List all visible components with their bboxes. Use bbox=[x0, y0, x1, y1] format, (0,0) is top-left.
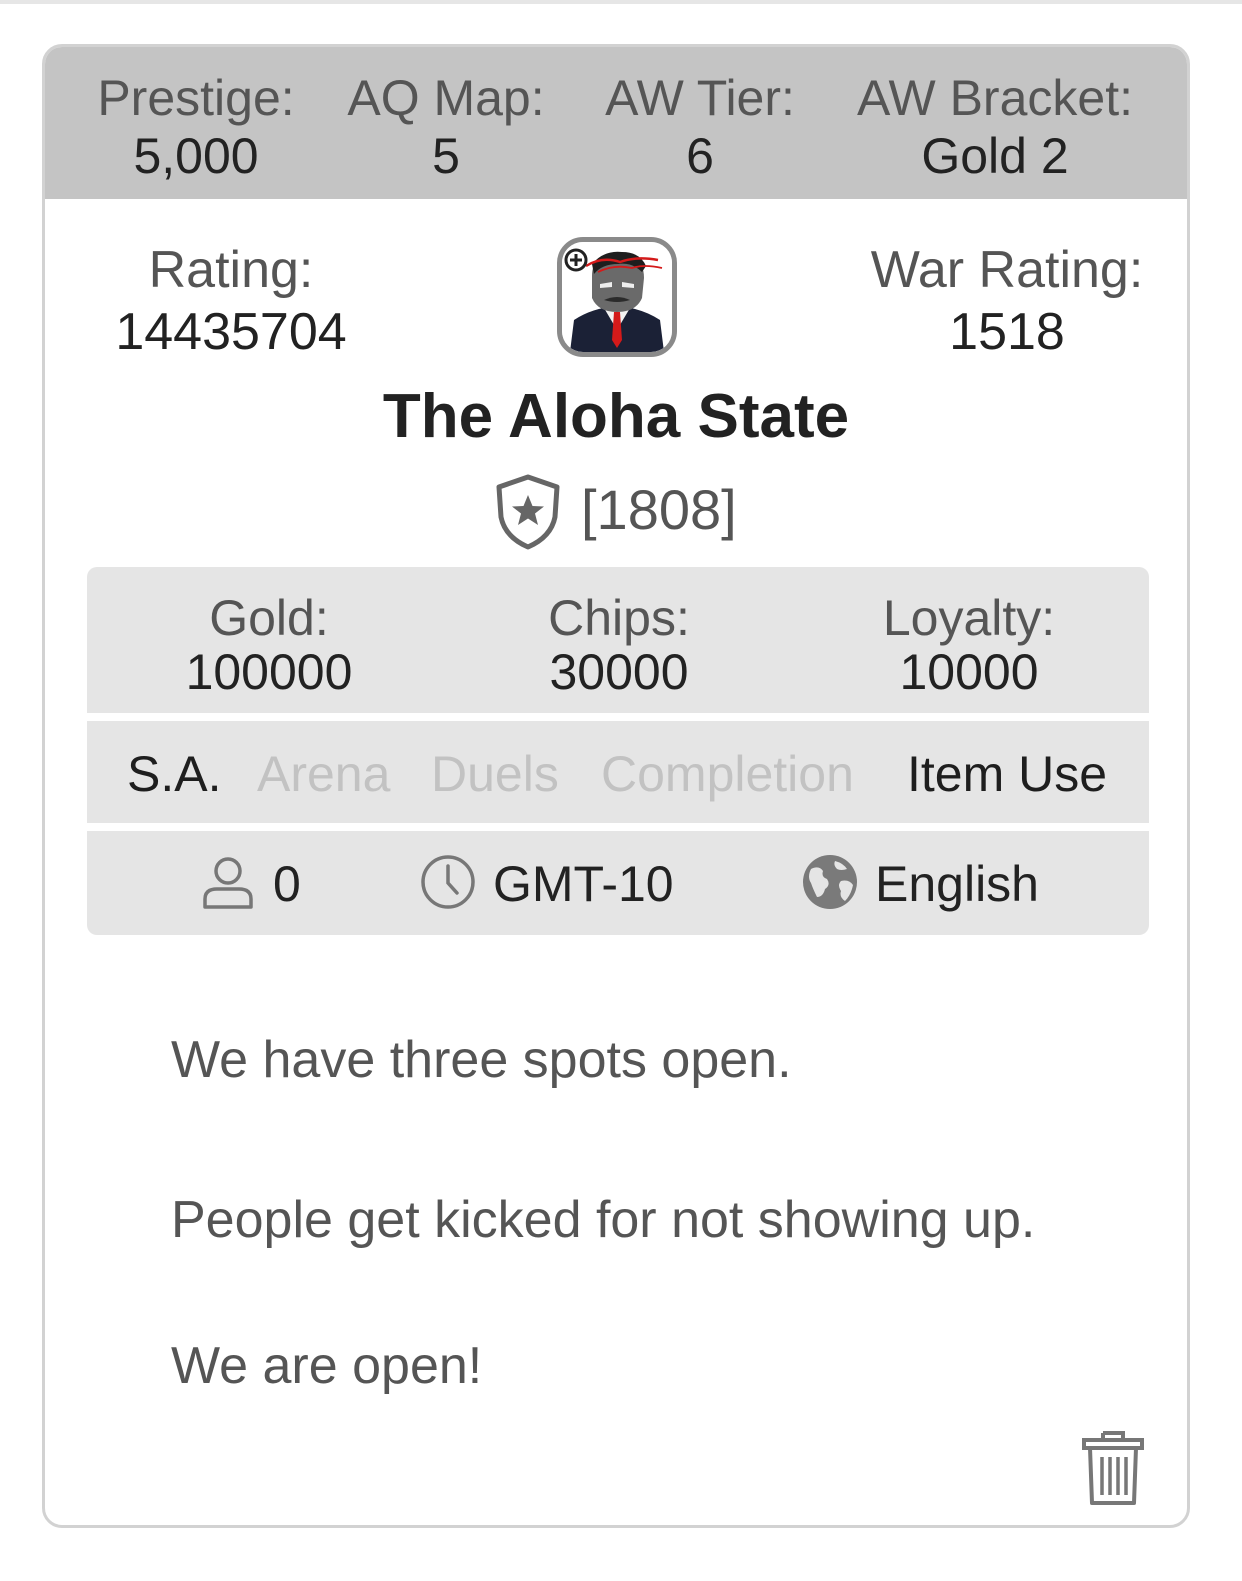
alliance-name: The Aloha State bbox=[382, 382, 850, 451]
war-rating-stat: War Rating: 1518 bbox=[867, 239, 1147, 363]
card-header: Prestige: 5,000 AQ Map: 5 AW Tier: 6 AW … bbox=[45, 47, 1187, 199]
alliance-avatar bbox=[557, 237, 677, 357]
aq-map-label: AQ Map: bbox=[347, 70, 545, 126]
meta-panel: 0 GMT-10 English bbox=[87, 831, 1149, 935]
member-count-value: 0 bbox=[273, 856, 301, 912]
language-value: English bbox=[875, 856, 1039, 912]
description-line-3: We are open! bbox=[171, 1337, 483, 1395]
rating-stat: Rating: 14435704 bbox=[101, 239, 361, 363]
alliance-tag-row: [1808] bbox=[45, 473, 1187, 553]
activity-completion: Completion bbox=[601, 746, 854, 802]
language: English bbox=[801, 853, 1101, 913]
timezone: GMT-10 bbox=[419, 853, 739, 913]
shield-star-icon bbox=[496, 474, 560, 550]
rating-label: Rating: bbox=[148, 241, 314, 299]
prestige-value: 5,000 bbox=[133, 128, 259, 184]
aw-tier-value: 6 bbox=[686, 128, 714, 184]
chips-value: 30000 bbox=[549, 644, 689, 700]
activities-panel: S.A. Arena Duels Completion Item Use bbox=[87, 721, 1149, 823]
description-line-2: People get kicked for not showing up. bbox=[171, 1191, 1036, 1249]
gold-value: 100000 bbox=[185, 644, 353, 700]
aw-bracket-value: Gold 2 bbox=[921, 128, 1069, 184]
aw-tier-stat: AW Tier: 6 bbox=[595, 69, 805, 185]
aq-map-stat: AQ Map: 5 bbox=[341, 69, 551, 185]
globe-icon bbox=[803, 855, 857, 909]
aw-bracket-label: AW Bracket: bbox=[857, 70, 1133, 126]
chips-label: Chips: bbox=[548, 590, 690, 646]
activity-sa: S.A. bbox=[127, 746, 222, 802]
activity-duels: Duels bbox=[431, 746, 559, 802]
gold-label: Gold: bbox=[209, 590, 329, 646]
alliance-tag: [1808] bbox=[581, 478, 737, 541]
hulk-in-suit-avatar-icon bbox=[562, 242, 672, 352]
timezone-value: GMT-10 bbox=[493, 856, 674, 912]
aw-bracket-stat: AW Bracket: Gold 2 bbox=[845, 69, 1145, 185]
alliance-card: Prestige: 5,000 AQ Map: 5 AW Tier: 6 AW … bbox=[42, 44, 1190, 1528]
aw-tier-label: AW Tier: bbox=[605, 70, 795, 126]
top-divider bbox=[0, 0, 1242, 4]
user-icon bbox=[203, 857, 253, 909]
prestige-label: Prestige: bbox=[97, 70, 295, 126]
war-rating-value: 1518 bbox=[949, 303, 1065, 361]
description-line-1: We have three spots open. bbox=[171, 1031, 792, 1089]
activity-item-use: Item Use bbox=[907, 746, 1108, 802]
requirements-panel: Gold: 100000 Chips: 30000 Loyalty: 10000 bbox=[87, 567, 1149, 713]
aq-map-value: 5 bbox=[432, 128, 460, 184]
loyalty-value: 10000 bbox=[899, 644, 1039, 700]
rating-value: 14435704 bbox=[115, 303, 347, 361]
trash-icon[interactable] bbox=[1081, 1429, 1145, 1507]
clock-icon bbox=[421, 855, 475, 909]
gold-requirement: Gold: 100000 bbox=[149, 591, 389, 699]
loyalty-requirement: Loyalty: 10000 bbox=[849, 591, 1089, 699]
chips-requirement: Chips: 30000 bbox=[499, 591, 739, 699]
member-count: 0 bbox=[199, 853, 349, 913]
war-rating-label: War Rating: bbox=[870, 241, 1144, 299]
loyalty-label: Loyalty: bbox=[882, 590, 1056, 646]
prestige-stat: Prestige: 5,000 bbox=[91, 69, 301, 185]
activity-arena: Arena bbox=[257, 746, 391, 802]
